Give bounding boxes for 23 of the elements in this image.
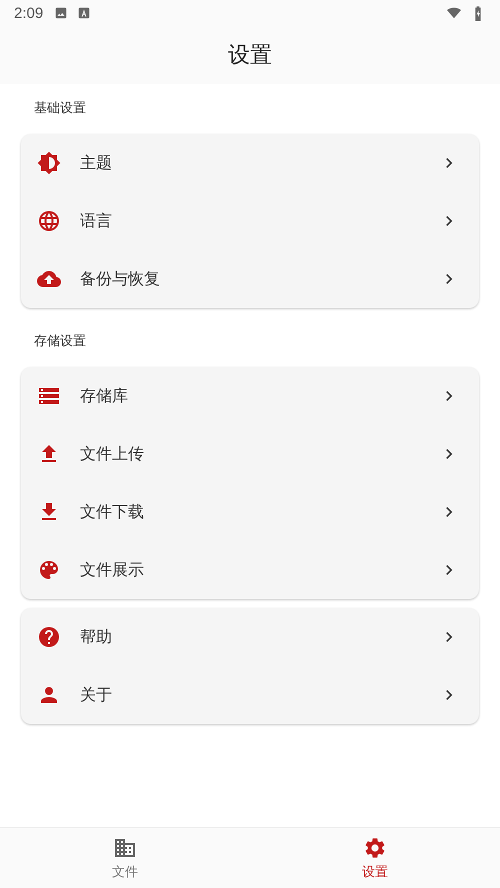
- page-title: 设置: [228, 42, 272, 70]
- theme-icon: [37, 151, 61, 175]
- settings-item[interactable]: 主题: [21, 134, 479, 192]
- settings-item[interactable]: 文件展示: [21, 541, 479, 599]
- image-notification-icon: [54, 6, 68, 20]
- section-header: 基础设置: [33, 100, 87, 118]
- settings-item[interactable]: 备份与恢复: [21, 250, 479, 308]
- settings-item[interactable]: 文件下载: [21, 483, 479, 541]
- globe-icon: [37, 209, 61, 233]
- wifi-icon: [447, 6, 461, 20]
- section-header: 存储设置: [33, 333, 87, 351]
- settings-item[interactable]: 存储库: [21, 367, 479, 425]
- nav-tab[interactable]: 设置: [250, 828, 500, 888]
- keyboard-notification-icon: [77, 6, 92, 20]
- nav-tab[interactable]: 文件: [0, 828, 250, 888]
- help-icon: [37, 625, 61, 649]
- settings-icon: [363, 836, 387, 860]
- settings-item[interactable]: 关于: [21, 666, 479, 724]
- clock-time: 2:09: [14, 4, 44, 22]
- settings-item[interactable]: 语言: [21, 192, 479, 250]
- settings-item[interactable]: 文件上传: [21, 425, 479, 483]
- palette-icon: [37, 558, 61, 582]
- settings-item[interactable]: 帮助: [21, 608, 479, 666]
